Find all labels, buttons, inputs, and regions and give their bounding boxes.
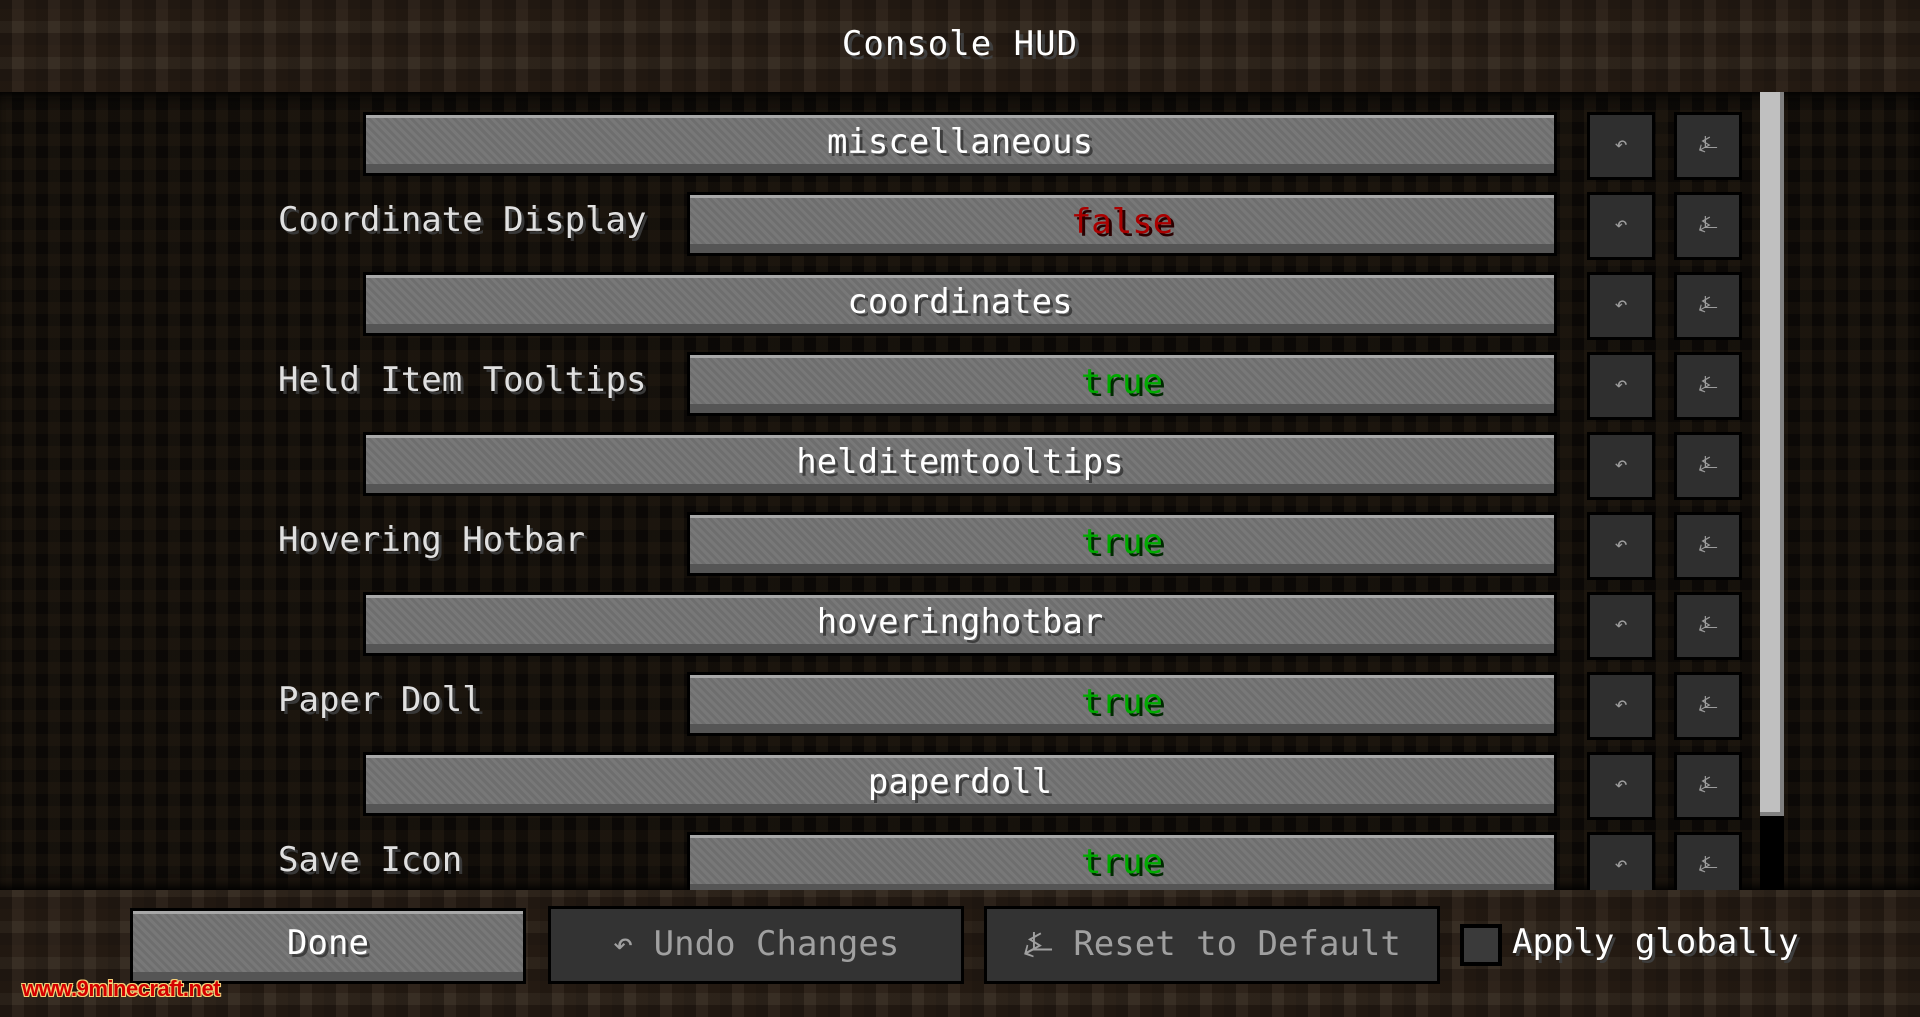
undo-arrow-icon: ↶ [1614, 692, 1628, 717]
apply-globally-checkbox[interactable] [1460, 924, 1502, 966]
category-row: helditemtooltips ↶ ⍼ [0, 432, 1920, 500]
category-button[interactable]: helditemtooltips [363, 432, 1557, 496]
category-row: hoveringhotbar ↶ ⍼ [0, 592, 1920, 660]
watermark: www.9minecraft.net [22, 976, 221, 1001]
scrollbar-thumb[interactable] [1760, 92, 1784, 816]
row-reset-button[interactable]: ⍼ [1674, 512, 1742, 580]
row-reset-button[interactable]: ⍼ [1674, 272, 1742, 340]
undo-arrow-icon: ↶ [1614, 372, 1628, 397]
row-reset-button[interactable]: ⍼ [1674, 752, 1742, 820]
reset-default-icon: ⍼ [1698, 852, 1718, 877]
row-undo-button[interactable]: ↶ [1587, 272, 1655, 340]
setting-label: Coordinate Display [278, 200, 647, 240]
reset-to-default-label: Reset to Default [1073, 924, 1401, 964]
undo-arrow-icon: ↶ [1614, 532, 1628, 557]
reset-default-icon: ⍼ [1698, 532, 1718, 557]
reset-default-icon: ⍼ [1698, 132, 1718, 157]
setting-label: Hovering Hotbar [278, 520, 586, 560]
row-undo-button[interactable]: ↶ [1587, 352, 1655, 420]
undo-arrow-icon: ↶ [1614, 132, 1628, 157]
done-button[interactable]: Done [130, 908, 526, 984]
undo-arrow-icon: ↶ [1614, 612, 1628, 637]
row-undo-button[interactable]: ↶ [1587, 512, 1655, 580]
reset-default-icon: ⍼ [1698, 612, 1718, 637]
setting-row: Paper Doll true ↶ ⍼ [0, 672, 1920, 740]
reset-to-default-button[interactable]: ⍼ Reset to Default [984, 906, 1440, 984]
row-undo-button[interactable]: ↶ [1587, 672, 1655, 740]
toggle-value-button[interactable]: true [687, 672, 1557, 736]
setting-label: Paper Doll [278, 680, 483, 720]
category-button[interactable]: paperdoll [363, 752, 1557, 816]
category-row: paperdoll ↶ ⍼ [0, 752, 1920, 820]
toggle-value-button[interactable]: true [687, 512, 1557, 576]
row-reset-button[interactable]: ⍼ [1674, 112, 1742, 180]
setting-row: Save Icon true ↶ ⍼ [0, 832, 1920, 890]
row-reset-button[interactable]: ⍼ [1674, 432, 1742, 500]
reset-default-icon: ⍼ [1698, 772, 1718, 797]
reset-default-icon: ⍼ [1698, 292, 1718, 317]
title-bar: Console HUD [0, 0, 1920, 92]
row-reset-button[interactable]: ⍼ [1674, 832, 1742, 890]
undo-arrow-icon: ↶ [1614, 852, 1628, 877]
row-undo-button[interactable]: ↶ [1587, 192, 1655, 260]
undo-arrow-icon: ↶ [1614, 212, 1628, 237]
undo-arrow-icon: ↶ [1614, 452, 1628, 477]
reset-default-icon: ⍼ [1698, 212, 1718, 237]
undo-arrow-icon: ↶ [1614, 292, 1628, 317]
undo-changes-label: Undo Changes [653, 924, 900, 964]
row-undo-button[interactable]: ↶ [1587, 832, 1655, 890]
setting-row: Coordinate Display false ↶ ⍼ [0, 192, 1920, 260]
undo-changes-button[interactable]: ↶ Undo Changes [548, 906, 964, 984]
reset-default-icon: ⍼ [1698, 372, 1718, 397]
row-reset-button[interactable]: ⍼ [1674, 192, 1742, 260]
row-undo-button[interactable]: ↶ [1587, 432, 1655, 500]
apply-globally-label: Apply globally [1512, 922, 1799, 962]
row-reset-button[interactable]: ⍼ [1674, 352, 1742, 420]
category-button[interactable]: coordinates [363, 272, 1557, 336]
row-undo-button[interactable]: ↶ [1587, 112, 1655, 180]
bottom-bar: Done ↶ Undo Changes ⍼ Reset to Default A… [0, 890, 1920, 1017]
reset-default-icon: ⍼ [1698, 692, 1718, 717]
undo-arrow-icon: ↶ [1614, 772, 1628, 797]
toggle-value-button[interactable]: true [687, 352, 1557, 416]
setting-row: Held Item Tooltips true ↶ ⍼ [0, 352, 1920, 420]
reset-default-icon: ⍼ [1023, 924, 1053, 964]
row-undo-button[interactable]: ↶ [1587, 592, 1655, 660]
toggle-value-button[interactable]: false [687, 192, 1557, 256]
config-list: miscellaneous ↶ ⍼ Coordinate Display false ↶ ⍼… [0, 92, 1920, 890]
category-button[interactable]: miscellaneous [363, 112, 1557, 176]
setting-label: Held Item Tooltips [278, 360, 647, 400]
row-reset-button[interactable]: ⍼ [1674, 592, 1742, 660]
category-button[interactable]: hoveringhotbar [363, 592, 1557, 656]
category-row: coordinates ↶ ⍼ [0, 272, 1920, 340]
reset-default-icon: ⍼ [1698, 452, 1718, 477]
row-undo-button[interactable]: ↶ [1587, 752, 1655, 820]
category-row: miscellaneous ↶ ⍼ [0, 112, 1920, 180]
toggle-value-button[interactable]: true [687, 832, 1557, 890]
screen-title: Console HUD [841, 24, 1079, 64]
setting-label: Save Icon [278, 840, 463, 880]
undo-arrow-icon: ↶ [612, 924, 634, 964]
setting-row: Hovering Hotbar true ↶ ⍼ [0, 512, 1920, 580]
row-reset-button[interactable]: ⍼ [1674, 672, 1742, 740]
